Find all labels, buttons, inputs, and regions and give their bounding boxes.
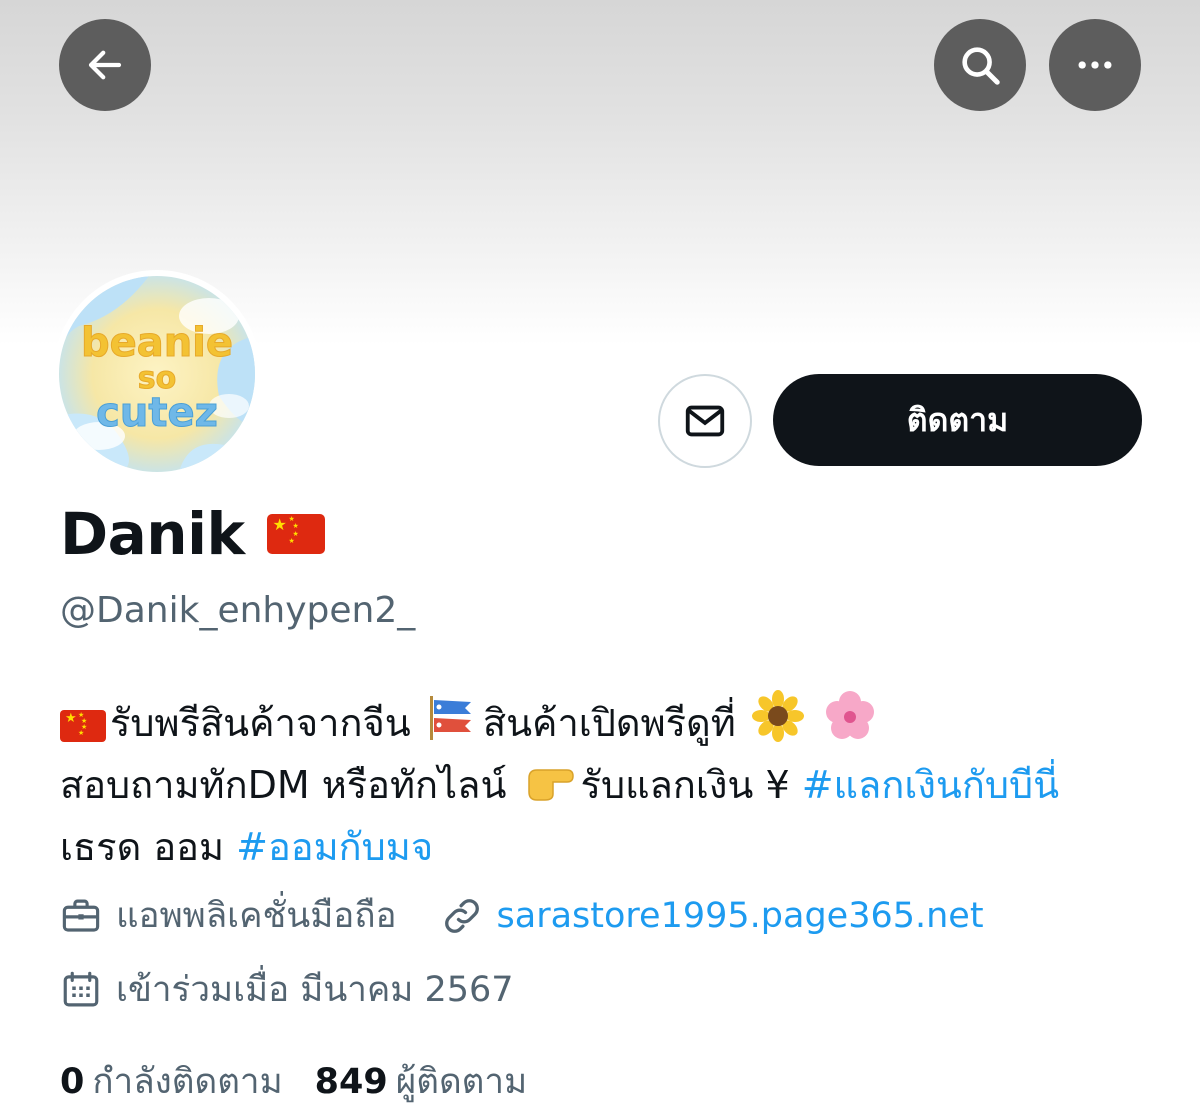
more-button[interactable] [1049, 19, 1141, 111]
following-label: กำลังติดตาม [92, 1062, 283, 1102]
profile-website-link[interactable]: sarastore1995.page365.net [497, 896, 984, 936]
avatar-text-cutez: cutez [96, 390, 218, 436]
display-name-row: Danik ★ ★ ★ ★ ★ [60, 500, 325, 568]
bio-text-4: รับแลกเงิน ¥ [580, 763, 790, 807]
followers-stat[interactable]: 849 ผู้ติดตาม [315, 1054, 527, 1109]
following-count: 0 [60, 1062, 85, 1102]
briefcase-icon [60, 895, 102, 937]
china-flag-icon: ★ ★ ★ ★ ★ [266, 514, 325, 554]
bio-text-3: สอบถามทักDM หรือทักไลน์ [60, 763, 507, 807]
profile-handle: @Danik_enhypen2_ [60, 590, 416, 631]
search-icon [962, 47, 1000, 85]
follow-button[interactable]: ติดตาม [773, 374, 1142, 466]
carp-streamer-icon [429, 696, 471, 740]
bio-text-2: สินค้าเปิดพรีดูที่ [482, 701, 736, 745]
message-button[interactable] [658, 374, 752, 468]
sunflower-icon [751, 690, 804, 742]
search-button[interactable] [934, 19, 1026, 111]
profile-page: beanie so cutez ติดตาม Danik ★ ★ ★ ★ ★ @… [0, 0, 1200, 1114]
following-stat[interactable]: 0 กำลังติดตาม [60, 1054, 283, 1109]
china-flag-icon: ★ ★ ★ ★ ★ [60, 710, 106, 742]
link-icon [441, 895, 483, 937]
profile-category: แอพพลิเคชั่นมือถือ [116, 896, 397, 936]
followers-label: ผู้ติดตาม [395, 1062, 528, 1102]
display-name: Danik [60, 500, 245, 568]
arrow-left-icon [88, 50, 122, 80]
avatar-image: beanie so cutez [59, 276, 255, 472]
bio-text-1: รับพรีสินค้าจากจีน [110, 701, 411, 745]
more-horizontal-icon [1078, 61, 1112, 69]
profile-meta-row: แอพพลิเคชั่นมือถือ sarastore1995.page365… [60, 888, 984, 943]
profile-joined-date: เข้าร่วมเมื่อ มีนาคม 2567 [116, 970, 514, 1010]
cherry-blossom-icon [825, 691, 874, 739]
calendar-icon [60, 969, 102, 1011]
bio-hashtag-1[interactable]: #แลกเงินกับบีนี่ [802, 763, 1059, 807]
profile-bio: ★ ★ ★ ★ ★ รับพรีสินค้าจากจีน สินค้าเปิดพ… [60, 690, 1150, 878]
followers-count: 849 [314, 1062, 388, 1102]
bio-hashtag-2[interactable]: #ออมกับมจ [236, 825, 433, 869]
back-button[interactable] [59, 19, 151, 111]
avatar-text-beanie: beanie [81, 320, 233, 366]
envelope-icon [685, 405, 725, 437]
profile-stats: 0 กำลังติดตาม 849 ผู้ติดตาม [60, 1054, 559, 1109]
avatar[interactable]: beanie so cutez [53, 270, 261, 478]
pointing-right-icon [527, 769, 574, 801]
profile-joined-row: เข้าร่วมเมื่อ มีนาคม 2567 [60, 962, 514, 1017]
bio-text-5: เธรด ออม [60, 825, 225, 869]
